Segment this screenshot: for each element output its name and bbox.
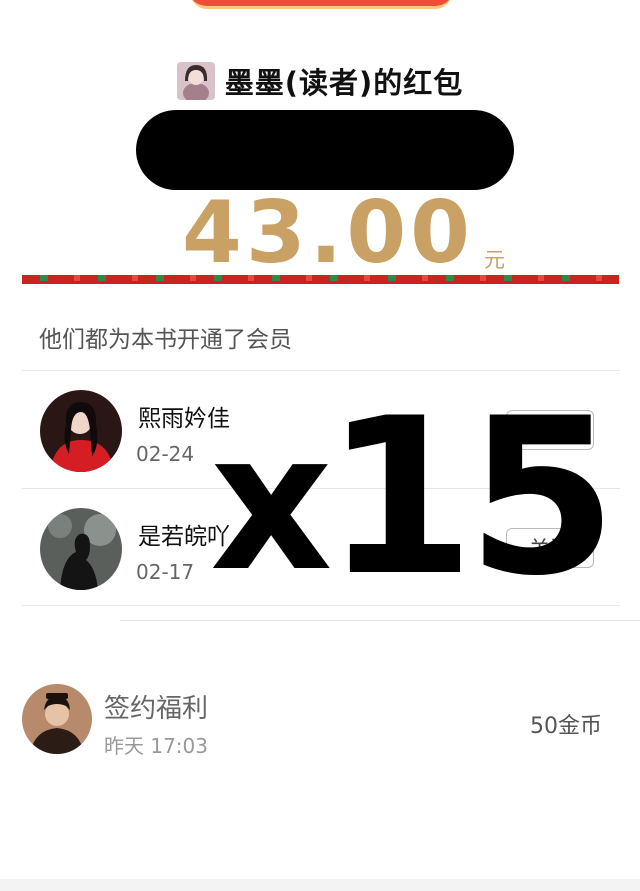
overlay-count-label: x15: [210, 390, 617, 615]
member-date: 02-24: [136, 442, 195, 466]
welfare-time: 昨天 17:03: [104, 734, 208, 758]
member-date: 02-17: [136, 560, 195, 584]
member-avatar[interactable]: [40, 508, 122, 590]
member-avatar[interactable]: [40, 390, 122, 472]
overlay-prefix: x: [210, 392, 333, 613]
welfare-title: 签约福利: [104, 694, 209, 724]
sender-avatar[interactable]: [176, 62, 215, 100]
amount-display: 43.00 元: [182, 190, 505, 276]
overlay-count: 15: [324, 372, 618, 623]
bottom-bar: [0, 879, 640, 891]
welfare-avatar[interactable]: [22, 684, 92, 754]
members-section-title: 他们都为本书开通了会员: [39, 327, 292, 353]
red-packet-top-arc: [190, 0, 452, 9]
welfare-row[interactable]: 签约福利 昨天 17:03 50金币: [0, 670, 640, 765]
packet-title: 墨墨(读者)的红包: [224, 66, 464, 100]
festive-red-line: [22, 281, 619, 284]
welfare-reward: 50金币: [530, 714, 602, 739]
red-packet-detail-page: 墨墨(读者)的红包 43.00 元 他们都为本书开通了会员 熙雨妗佳 02-24…: [0, 0, 640, 891]
amount-unit: 元: [484, 248, 506, 272]
redacted-message: [136, 110, 514, 190]
packet-header: 墨墨(读者)的红包: [0, 61, 640, 101]
packet-amount: 43.00: [182, 183, 475, 283]
